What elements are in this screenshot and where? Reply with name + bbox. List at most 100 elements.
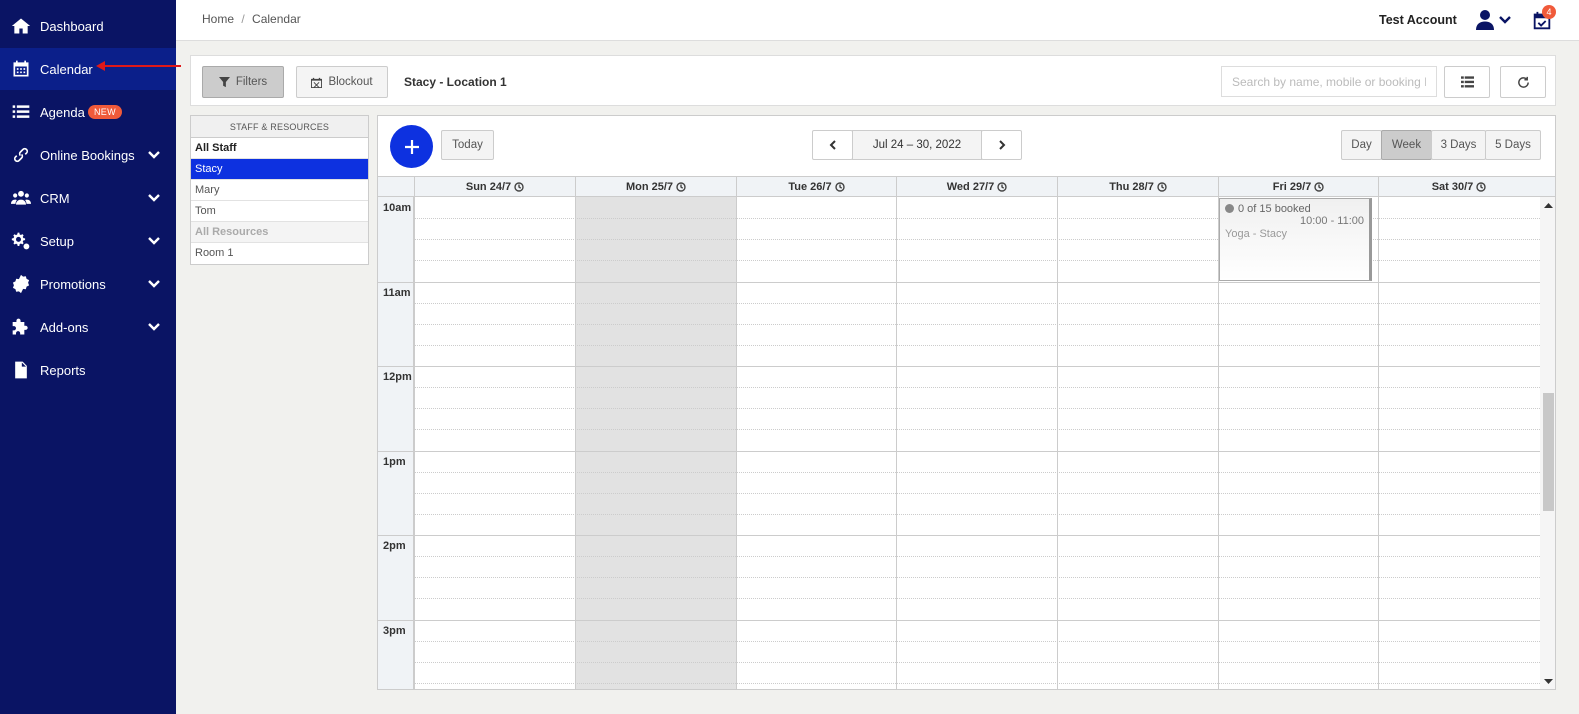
staff-item-mary[interactable]: Mary <box>191 180 368 201</box>
day-column-mon[interactable] <box>575 197 736 689</box>
staff-item-stacy[interactable]: Stacy <box>191 159 368 180</box>
day-column-sun[interactable] <box>414 197 575 689</box>
previous-week-button[interactable] <box>812 130 853 160</box>
hour-line <box>414 535 1540 536</box>
breadcrumb-home[interactable]: Home <box>202 12 234 26</box>
sidebar-item-agenda[interactable]: Agenda NEW <box>0 91 176 133</box>
add-booking-button[interactable] <box>390 125 433 168</box>
today-button[interactable]: Today <box>441 130 494 160</box>
view-3-days-button[interactable]: 3 Days <box>1431 130 1486 160</box>
plus-icon <box>404 139 419 154</box>
sidebar-item-label: Setup <box>40 233 74 249</box>
clock-icon <box>1157 182 1167 192</box>
sidebar-item-crm[interactable]: CRM <box>0 177 176 219</box>
calendar-scrollbar[interactable] <box>1540 197 1555 689</box>
day-header-label: Mon 25/7 <box>625 181 674 193</box>
quarter-line <box>414 662 1540 663</box>
sidebar-item-online-bookings[interactable]: Online Bookings <box>0 134 176 176</box>
sidebar-item-calendar[interactable]: Calendar <box>0 48 176 90</box>
user-icon <box>1476 10 1511 30</box>
sidebar-item-add-ons[interactable]: Add-ons <box>0 306 176 348</box>
refresh-icon <box>1517 76 1529 88</box>
scroll-up-icon[interactable] <box>1544 201 1553 210</box>
date-range-label[interactable]: Jul 24 – 30, 2022 <box>852 130 982 160</box>
day-header-mon[interactable]: Mon 25/7 <box>575 177 736 197</box>
blockout-button[interactable]: Blockout <box>296 66 388 98</box>
sidebar-item-promotions[interactable]: Promotions <box>0 263 176 305</box>
chevron-down-icon <box>146 190 162 206</box>
day-header-wed[interactable]: Wed 27/7 <box>896 177 1057 197</box>
booking-event[interactable]: 0 of 15 booked 10:00 - 11:00 Yoga - Stac… <box>1219 198 1372 281</box>
sidebar-item-label: Promotions <box>40 276 106 292</box>
staff-item-all-staff[interactable]: All Staff <box>191 138 368 159</box>
resources-section-header[interactable]: All Resources <box>191 222 368 243</box>
view-5-days-button[interactable]: 5 Days <box>1485 130 1541 160</box>
chevron-down-icon <box>146 319 162 335</box>
time-label-1pm: 1pm <box>383 456 406 468</box>
day-header-label: Tue 26/7 <box>788 181 832 193</box>
day-header-thu[interactable]: Thu 28/7 <box>1057 177 1218 197</box>
seal-icon <box>10 273 32 295</box>
filters-label: Filters <box>235 76 268 88</box>
chevron-down-icon <box>146 276 162 292</box>
day-header-fri[interactable]: Fri 29/7 <box>1218 177 1378 197</box>
search-input[interactable] <box>1221 66 1437 97</box>
resource-item-room-1[interactable]: Room 1 <box>191 243 368 264</box>
location-title: Stacy - Location 1 <box>404 75 507 89</box>
sidebar-item-reports[interactable]: Reports <box>0 349 176 391</box>
next-week-button[interactable] <box>981 130 1022 160</box>
calendar-view: Today Jul 24 – 30, 2022 Day Week 3 Days … <box>377 115 1556 690</box>
filters-button[interactable]: Filters <box>202 66 284 98</box>
day-header-tue[interactable]: Tue 26/7 <box>736 177 896 197</box>
clock-icon <box>1476 182 1486 192</box>
list-icon <box>1460 76 1474 88</box>
scroll-down-icon[interactable] <box>1544 677 1553 686</box>
sidebar-item-label: Reports <box>40 362 86 378</box>
day-column-thu[interactable] <box>1057 197 1218 689</box>
time-label-11am: 11am <box>383 287 411 299</box>
day-header-sun[interactable]: Sun 24/7 <box>414 177 575 197</box>
chevron-down-icon <box>146 233 162 249</box>
quarter-line <box>414 493 1540 494</box>
user-menu-button[interactable] <box>1476 9 1514 31</box>
view-week-button[interactable]: Week <box>1381 130 1432 160</box>
day-column-sat[interactable] <box>1378 197 1540 689</box>
quarter-line <box>414 408 1540 409</box>
gutter-hour-line <box>378 535 414 536</box>
gutter-hour-line <box>378 366 414 367</box>
staff-resources-panel: STAFF & RESOURCES All Staff Stacy Mary T… <box>190 115 369 265</box>
staff-item-tom[interactable]: Tom <box>191 201 368 222</box>
sidebar-item-label: Calendar <box>40 61 93 77</box>
clock-icon <box>676 182 686 192</box>
day-header-label: Wed 27/7 <box>946 181 995 193</box>
view-day-button[interactable]: Day <box>1341 130 1382 160</box>
event-name: Yoga - Stacy <box>1225 228 1287 240</box>
users-icon <box>10 187 32 209</box>
quarter-line <box>414 324 1540 325</box>
list-icon <box>10 101 32 123</box>
sidebar-item-label: Dashboard <box>40 18 104 34</box>
quarter-line <box>414 514 1540 515</box>
quarter-line <box>414 683 1540 684</box>
blockout-label: Blockout <box>328 76 373 88</box>
scroll-thumb[interactable] <box>1543 393 1554 511</box>
day-column-wed[interactable] <box>896 197 1057 689</box>
event-time: 10:00 - 11:00 <box>1299 215 1364 227</box>
sidebar-item-label: Add-ons <box>40 319 89 335</box>
list-view-button[interactable] <box>1444 66 1490 98</box>
refresh-button[interactable] <box>1500 66 1546 98</box>
day-header-row: Sun 24/7 Mon 25/7 Tue 26/7 Wed 27/7 Thu … <box>378 176 1555 197</box>
status-dot <box>1225 204 1234 213</box>
day-column-tue[interactable] <box>736 197 896 689</box>
day-header-label: Sat 30/7 <box>1431 181 1474 193</box>
staff-panel-header: STAFF & RESOURCES <box>191 116 368 138</box>
calendar-x-icon <box>311 77 323 88</box>
chevron-down-icon <box>1499 16 1511 24</box>
breadcrumb-separator: / <box>241 12 245 26</box>
day-header-sat[interactable]: Sat 30/7 <box>1378 177 1539 197</box>
quarter-line <box>414 345 1540 346</box>
quarter-line <box>414 387 1540 388</box>
sidebar-item-dashboard[interactable]: Dashboard <box>0 5 176 47</box>
chevron-right-icon <box>998 140 1005 150</box>
sidebar-item-setup[interactable]: Setup <box>0 220 176 262</box>
